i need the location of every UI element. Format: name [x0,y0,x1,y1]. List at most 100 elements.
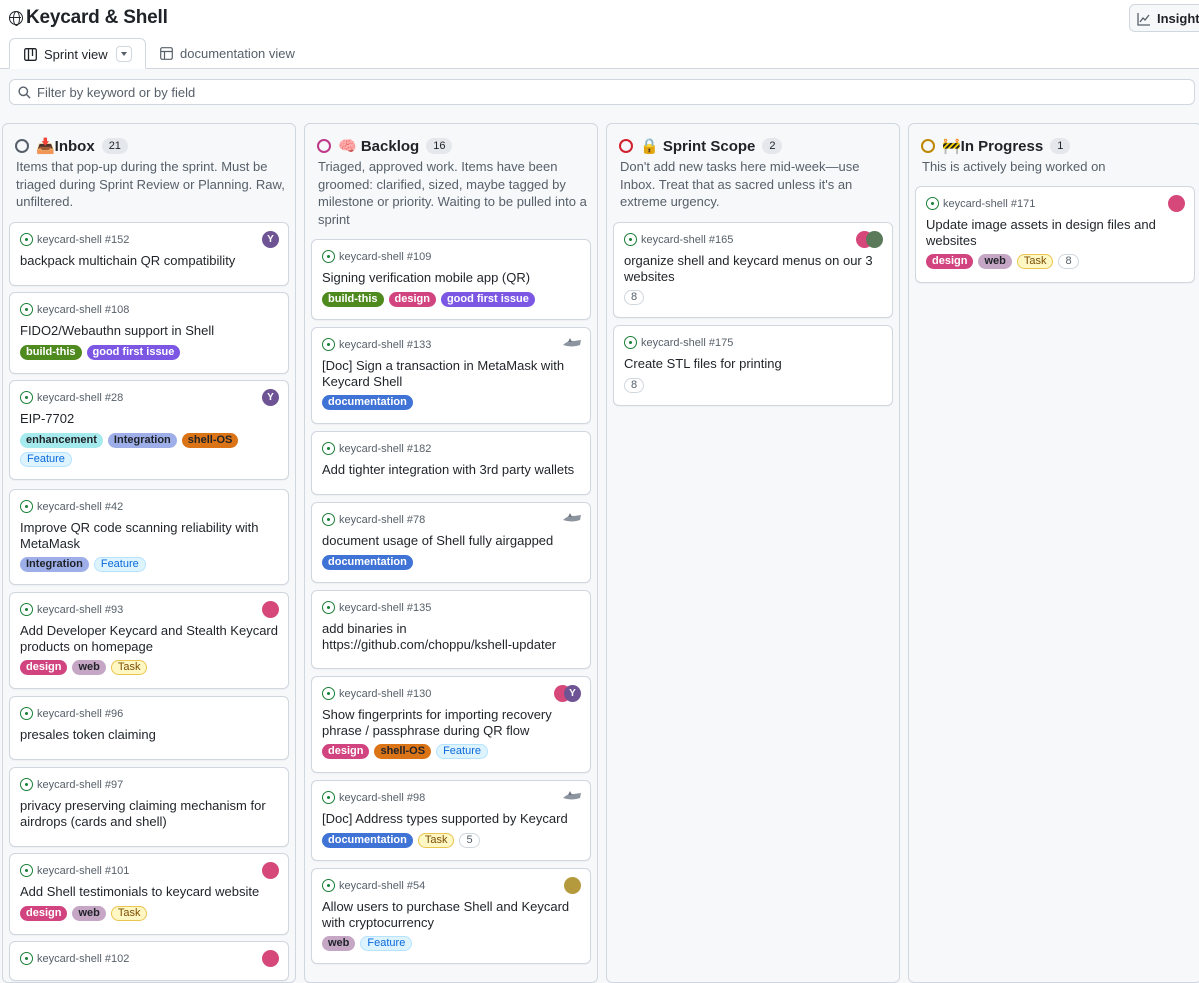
issue-label[interactable]: design [20,905,68,921]
issue-title[interactable]: Improve QR code scanning reliability wit… [20,520,278,551]
filter-input[interactable]: Filter by keyword or by field [9,79,1195,105]
tab-sprint-view[interactable]: Sprint view [9,38,146,69]
issue-reference[interactable]: keycard-shell #133 [322,338,431,351]
assignee-avatar[interactable] [262,862,279,879]
issue-title[interactable]: privacy preserving claiming mechanism fo… [20,798,278,829]
issue-label[interactable]: Feature [93,557,146,572]
assignee-avatar[interactable] [1168,195,1185,212]
issue-reference[interactable]: keycard-shell #28 [20,391,123,404]
issue-title[interactable]: organize shell and keycard menus on our … [624,253,882,284]
issue-title[interactable]: add binaries in https://github.com/chopp… [322,621,580,652]
issue-card[interactable]: keycard-shell #42 Improve QR code scannin… [9,489,289,585]
issue-reference[interactable]: keycard-shell #93 [20,603,123,616]
issue-label[interactable]: build-this [322,291,384,307]
issue-label[interactable]: Feature [360,936,413,951]
issue-card[interactable]: keycard-shell #133 [Doc] Sign a transacti… [311,327,591,424]
issue-card[interactable]: keycard-shell #93 Add Developer Keycard a… [9,592,289,689]
issue-card[interactable]: keycard-shell #135 add binaries in https:… [311,590,591,669]
issue-title[interactable]: presales token claiming [20,727,278,743]
assignee-avatar[interactable] [562,511,581,528]
estimate-badge[interactable]: 5 [459,832,480,848]
issue-title[interactable]: Allow users to purchase Shell and Keycar… [322,899,580,930]
issue-label[interactable]: Task [110,660,148,675]
issue-label[interactable]: good first issue [86,344,181,360]
issue-label[interactable]: good first issue [440,291,535,307]
issue-label[interactable]: shell-OS [181,432,239,448]
issue-title[interactable]: Add Developer Keycard and Stealth Keycar… [20,623,278,654]
issue-card[interactable]: keycard-shell #101 Add Shell testimonials… [9,853,289,935]
assignee-avatar[interactable]: Y [262,231,279,248]
issue-label[interactable]: Task [1016,254,1054,269]
issue-title[interactable]: EIP-7702 [20,411,278,427]
issue-label[interactable]: web [322,936,356,951]
issue-label[interactable]: shell-OS [374,744,432,759]
tab-documentation-view[interactable]: documentation view [150,38,310,69]
issue-label[interactable]: web [72,905,106,921]
issue-card[interactable]: keycard-shell #98 [Doc] Address types sup… [311,780,591,861]
issue-reference[interactable]: keycard-shell #152 [20,233,129,246]
issue-label[interactable]: web [72,660,106,675]
assignee-avatar[interactable] [262,950,279,967]
assignee-avatar[interactable] [562,789,581,806]
issue-label[interactable]: Integration [20,557,89,572]
assignee-avatar[interactable]: Y [564,685,581,702]
issue-label[interactable]: Feature [20,451,72,467]
issue-reference[interactable]: keycard-shell #182 [322,442,431,455]
estimate-badge[interactable]: 8 [624,290,645,305]
issue-title[interactable]: Add Shell testimonials to keycard websit… [20,884,278,900]
issue-card[interactable]: keycard-shell #108 FIDO2/Webauthn support… [9,292,289,374]
issue-label[interactable]: Task [417,832,455,848]
assignee-avatar[interactable] [564,877,581,894]
issue-title[interactable]: Create STL files for printing [624,356,882,372]
issue-card[interactable]: keycard-shell #171 Update image assets in… [915,186,1195,283]
issue-title[interactable]: backpack multichain QR compatibility [20,253,278,269]
issue-reference[interactable]: keycard-shell #171 [926,197,1035,210]
issue-reference[interactable]: keycard-shell #96 [20,707,123,720]
issue-title[interactable]: document usage of Shell fully airgapped [322,533,580,549]
issue-card[interactable]: keycard-shell #97 privacy preserving clai… [9,767,289,847]
issue-reference[interactable]: keycard-shell #130 [322,687,431,700]
issue-reference[interactable]: keycard-shell #135 [322,601,431,614]
issue-reference[interactable]: keycard-shell #54 [322,879,425,892]
issue-label[interactable]: Feature [436,744,488,759]
assignee-avatar[interactable]: Y [262,389,279,406]
issue-card[interactable]: keycard-shell #165 organize shell and key… [613,222,893,318]
issue-title[interactable]: FIDO2/Webauthn support in Shell [20,323,278,339]
issue-label[interactable]: web [978,254,1012,269]
issue-title[interactable]: Signing verification mobile app (QR) [322,270,580,286]
issue-card[interactable]: keycard-shell #96 presales token claiming [9,696,289,760]
issue-label[interactable]: documentation [322,832,413,848]
issue-label[interactable]: design [322,744,370,759]
issue-reference[interactable]: keycard-shell #102 [20,952,129,965]
issue-label[interactable]: documentation [322,395,413,410]
issue-title[interactable]: Add tighter integration with 3rd party w… [322,462,580,478]
issue-label[interactable]: design [388,291,436,307]
issue-reference[interactable]: keycard-shell #78 [322,513,425,526]
issue-reference[interactable]: keycard-shell #101 [20,864,129,877]
issue-label[interactable]: design [926,254,974,269]
issue-card[interactable]: keycard-shell #182 Add tighter integratio… [311,431,591,495]
issue-label[interactable]: design [20,660,68,675]
issue-reference[interactable]: keycard-shell #42 [20,500,123,513]
issue-card[interactable]: keycard-shell #152 Ybackpack multichain Q… [9,222,289,286]
issue-title[interactable]: Update image assets in design files and … [926,217,1184,248]
issue-reference[interactable]: keycard-shell #97 [20,778,123,791]
issue-reference[interactable]: keycard-shell #175 [624,336,733,349]
view-options-dropdown[interactable] [116,46,132,62]
issue-card[interactable]: keycard-shell #109 Signing verification m… [311,239,591,320]
issue-card[interactable]: keycard-shell #28 Y EIP-7702 enhancement Int… [9,380,289,480]
issue-card[interactable]: keycard-shell #102 [9,941,289,981]
issue-label[interactable]: build-this [20,344,82,360]
estimate-badge[interactable]: 8 [624,377,645,393]
issue-reference[interactable]: keycard-shell #108 [20,303,129,316]
issue-card[interactable]: keycard-shell #130 Y Show fingerprints for… [311,676,591,773]
issue-title[interactable]: Show fingerprints for importing recovery… [322,707,580,738]
issue-reference[interactable]: keycard-shell #98 [322,791,425,804]
assignee-avatar[interactable] [262,601,279,618]
issue-label[interactable]: enhancement [20,432,103,448]
issue-card[interactable]: keycard-shell #78 document usage of Shell… [311,502,591,583]
insights-button[interactable]: Insights [1129,4,1199,32]
issue-title[interactable]: [Doc] Address types supported by Keycard [322,811,580,827]
issue-label[interactable]: Integration [107,432,177,448]
issue-title[interactable]: [Doc] Sign a transaction in MetaMask wit… [322,358,580,389]
